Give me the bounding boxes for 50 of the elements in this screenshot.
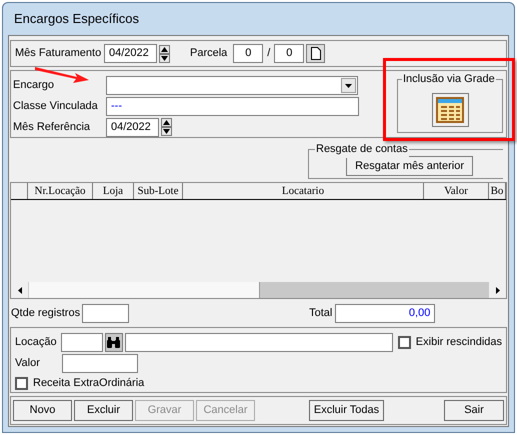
- class-field[interactable]: ---: [106, 96, 359, 116]
- class-label: Classe Vinculada: [13, 98, 99, 114]
- total-field[interactable]: 0,00: [335, 304, 436, 322]
- count-label: Qtde registros: [11, 306, 80, 321]
- checkbox[interactable]: [398, 336, 411, 348]
- spinner-icon[interactable]: [159, 44, 170, 62]
- column-header[interactable]: Bo: [489, 183, 506, 199]
- column-header[interactable]: Valor: [424, 183, 489, 199]
- billing-label: Mês Faturamento: [15, 46, 102, 62]
- action-button[interactable]: Excluir Todas: [309, 400, 384, 421]
- installment-field[interactable]: 0: [233, 44, 264, 63]
- column-header[interactable]: Sub-Lote: [134, 183, 183, 199]
- window-title: Encargos Específicos: [14, 10, 140, 28]
- reference-month-field[interactable]: 04/2022: [106, 118, 159, 136]
- table-icon: [436, 97, 464, 123]
- left-arrow-icon: [18, 286, 22, 294]
- search-button[interactable]: [104, 332, 124, 352]
- column-header[interactable]: Locatario: [183, 183, 424, 199]
- column-header[interactable]: Loja: [93, 183, 134, 199]
- location-name-field[interactable]: [125, 332, 393, 352]
- binoculars-icon: [107, 336, 120, 348]
- encargo-label: Encargo: [13, 78, 55, 93]
- column-header[interactable]: Nr.Locação: [28, 183, 93, 199]
- action-button[interactable]: Excluir: [74, 400, 133, 421]
- spinner-icon[interactable]: [161, 118, 172, 136]
- show-rescinded-label: Exibir rescindidas: [416, 334, 502, 350]
- billing-month-field[interactable]: 04/2022: [104, 44, 157, 63]
- extraordinary-label: Receita ExtraOrdinária: [33, 376, 144, 391]
- checkbox[interactable]: [15, 376, 28, 390]
- installment-total-field[interactable]: 0: [274, 44, 304, 63]
- action-button[interactable]: Novo: [13, 400, 72, 421]
- value-field[interactable]: [62, 354, 138, 372]
- location-label: Locação: [15, 334, 58, 350]
- rescue-button[interactable]: Resgatar mês anterior: [346, 156, 473, 176]
- count-field[interactable]: [82, 304, 130, 322]
- grid-button[interactable]: [432, 93, 468, 127]
- caret-icon: [341, 78, 356, 92]
- reference-label: Mês Referência: [13, 120, 92, 135]
- value-label: Valor: [15, 356, 41, 371]
- document-icon: [310, 47, 321, 60]
- total-label: Total: [309, 306, 332, 321]
- installment-label: Parcela: [190, 46, 228, 62]
- action-button[interactable]: Sair: [444, 400, 504, 421]
- separator-text: /: [267, 46, 270, 62]
- document-button[interactable]: [306, 44, 326, 63]
- rescue-group-title: Resgate de contas: [315, 141, 409, 158]
- right-arrow-icon: [496, 286, 500, 294]
- location-code-field[interactable]: [61, 332, 103, 352]
- scrollbar-thumb[interactable]: [259, 282, 489, 298]
- encargo-dropdown[interactable]: [106, 76, 358, 94]
